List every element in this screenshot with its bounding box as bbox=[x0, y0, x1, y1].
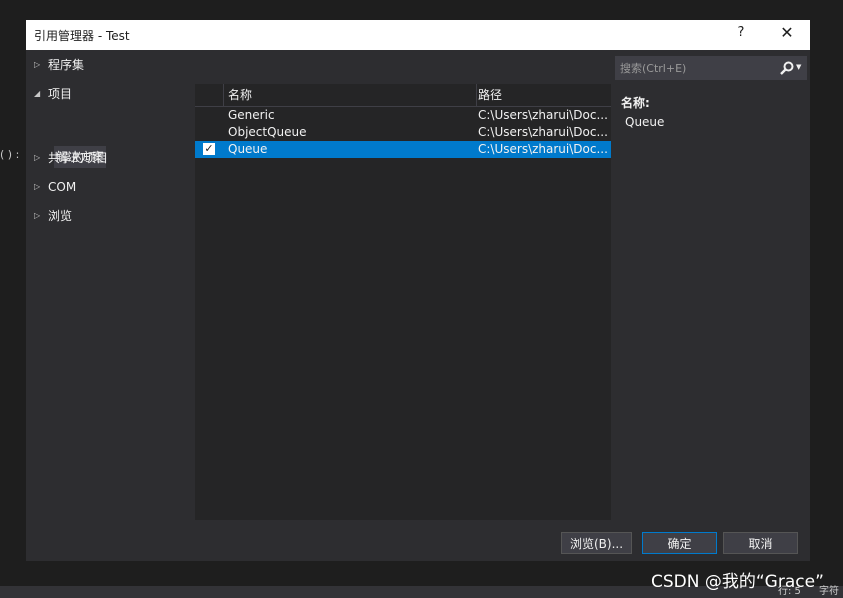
item-path: C:\Users\zharui\Doc... bbox=[478, 125, 608, 139]
nav-item-assemblies[interactable]: ▷ 程序集 bbox=[34, 55, 84, 75]
search-icon[interactable] bbox=[779, 60, 795, 76]
expand-arrow-icon: ▷ bbox=[34, 211, 41, 220]
checkmark-icon: ✓ bbox=[203, 142, 215, 155]
nav-item-com[interactable]: ▷ COM bbox=[34, 177, 76, 197]
search-box: ▼ bbox=[615, 56, 807, 80]
expand-arrow-icon: ▷ bbox=[34, 182, 41, 191]
nav-item-projects[interactable]: ◢ 项目 bbox=[34, 84, 72, 104]
item-path: C:\Users\zharui\Doc... bbox=[478, 108, 608, 122]
ok-button[interactable]: 确定 bbox=[642, 532, 717, 554]
nav-item-label: 项目 bbox=[48, 87, 73, 101]
list-header: 名称 路径 bbox=[195, 84, 611, 107]
background-code-snippet: ( ) : bbox=[0, 148, 20, 161]
dialog-titlebar: 引用管理器 - Test ? ✕ bbox=[26, 20, 810, 50]
details-name-label: 名称: bbox=[621, 96, 650, 110]
watermark: CSDN @我的“Grace” bbox=[651, 572, 824, 592]
search-input[interactable] bbox=[616, 57, 782, 79]
search-options-dropdown-icon[interactable]: ▼ bbox=[796, 63, 801, 71]
reference-manager-dialog: 引用管理器 - Test ? ✕ ▷ 程序集 ◢ 项目 解决方案 ▷ 共享的项目 ▷ C… bbox=[26, 20, 810, 561]
help-button[interactable]: ? bbox=[731, 25, 751, 40]
nav-item-shared-projects[interactable]: ▷ 共享的项目 bbox=[34, 148, 108, 168]
expand-arrow-icon: ▷ bbox=[34, 60, 41, 69]
dialog-title: 引用管理器 - Test bbox=[34, 29, 130, 43]
list-item[interactable]: ObjectQueue C:\Users\zharui\Doc... bbox=[195, 124, 611, 141]
close-button[interactable]: ✕ bbox=[776, 23, 798, 42]
list-item-selected[interactable]: ✓ Queue C:\Users\zharui\Doc... bbox=[195, 141, 611, 158]
cancel-button[interactable]: 取消 bbox=[723, 532, 798, 554]
header-checkbox-column bbox=[195, 84, 224, 106]
column-header-name[interactable]: 名称 bbox=[224, 84, 477, 106]
category-nav: ▷ 程序集 ◢ 项目 解决方案 ▷ 共享的项目 ▷ COM ▷ 浏览 bbox=[26, 50, 194, 520]
item-name: Queue bbox=[228, 142, 268, 156]
nav-item-label: 共享的项目 bbox=[48, 151, 109, 165]
details-pane: 名称: Queue bbox=[621, 94, 664, 129]
nav-item-label: COM bbox=[48, 180, 77, 194]
browse-button[interactable]: 浏览(B)... bbox=[561, 532, 632, 554]
column-header-path[interactable]: 路径 bbox=[473, 84, 614, 106]
list-item[interactable]: Generic C:\Users\zharui\Doc... bbox=[195, 107, 611, 124]
item-name: ObjectQueue bbox=[228, 125, 307, 139]
nav-item-label: 浏览 bbox=[48, 209, 73, 223]
item-path: C:\Users\zharui\Doc... bbox=[478, 142, 608, 156]
expand-arrow-icon: ▷ bbox=[34, 153, 41, 162]
item-checkbox[interactable]: ✓ bbox=[203, 143, 215, 155]
reference-list: 名称 路径 Generic C:\Users\zharui\Doc... Obj… bbox=[195, 84, 611, 520]
collapse-arrow-icon: ◢ bbox=[34, 89, 41, 98]
nav-item-browse[interactable]: ▷ 浏览 bbox=[34, 206, 72, 226]
item-name: Generic bbox=[228, 108, 275, 122]
nav-item-label: 程序集 bbox=[48, 58, 85, 72]
details-name-value: Queue bbox=[625, 115, 665, 129]
